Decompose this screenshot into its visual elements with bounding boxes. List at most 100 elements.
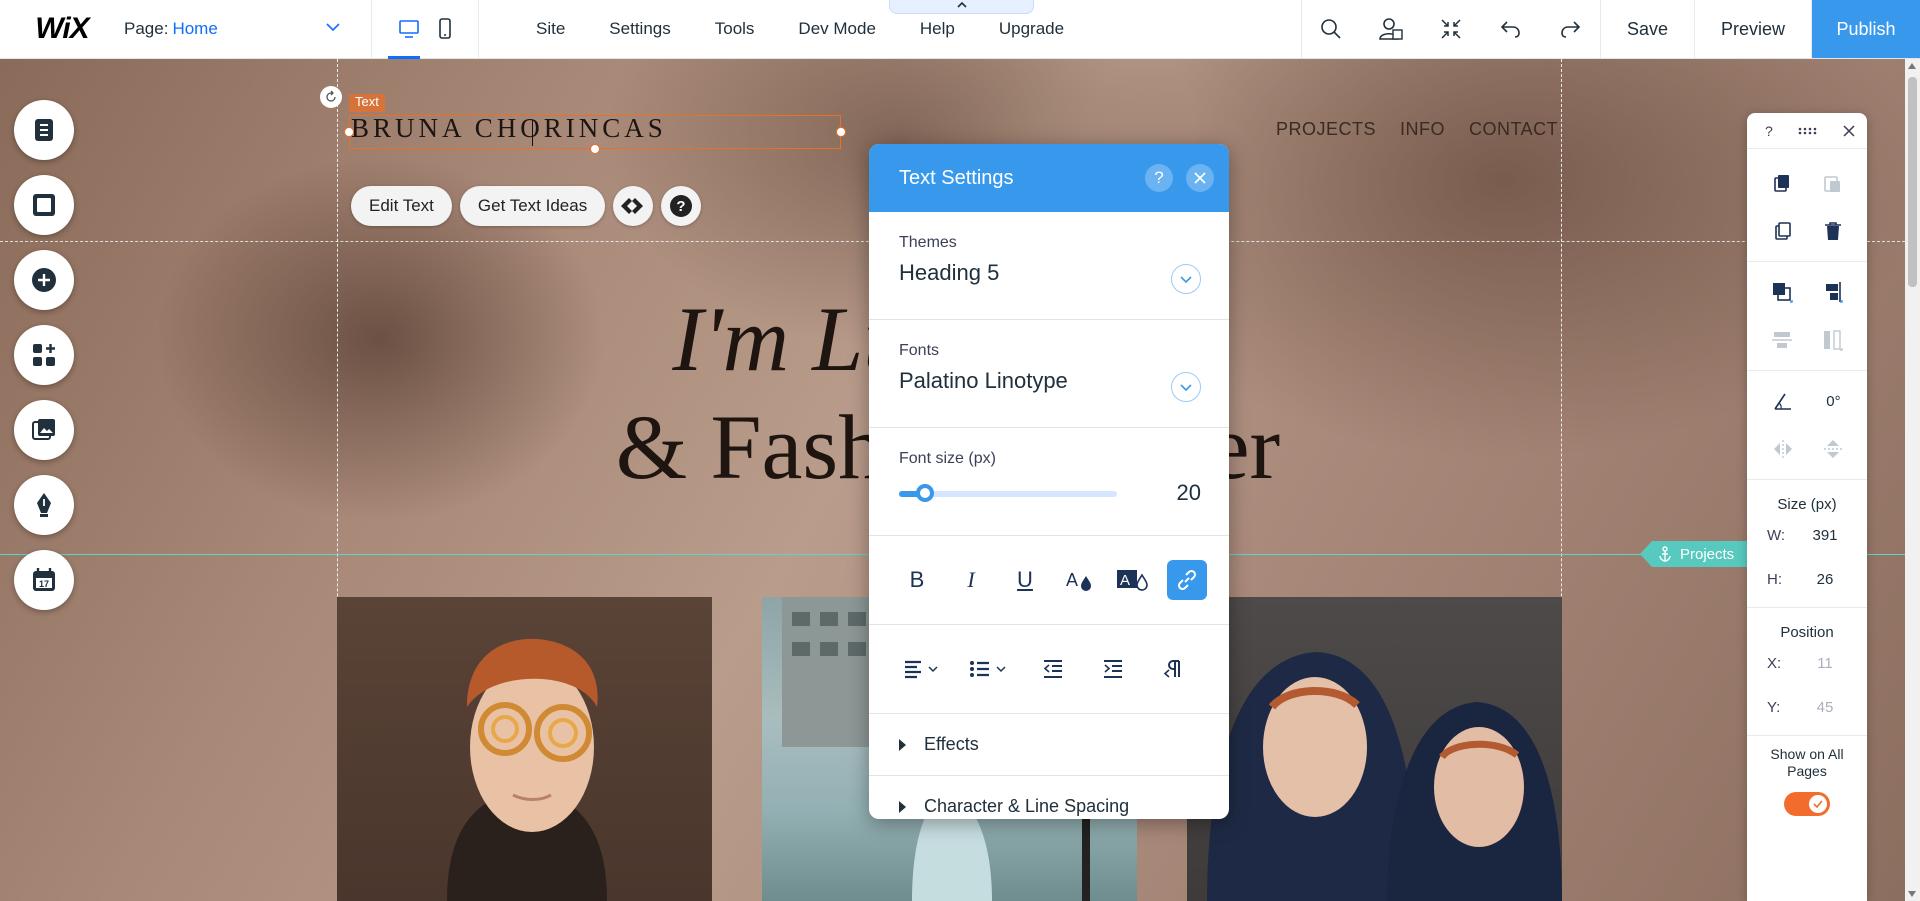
nav-contact[interactable]: CONTACT	[1469, 119, 1558, 140]
pages-button[interactable]	[14, 100, 74, 160]
text-color-button[interactable]: A	[1059, 560, 1099, 600]
rotate-handle[interactable]	[320, 86, 342, 108]
width-input[interactable]: 391	[1803, 527, 1847, 544]
chevron-down-icon	[1180, 384, 1192, 392]
link-button[interactable]	[1167, 560, 1207, 600]
y-input[interactable]: 45	[1803, 699, 1847, 716]
site-navigation: PROJECTS INFO CONTACT	[1276, 119, 1558, 140]
theme-dropdown[interactable]: Heading 5	[899, 260, 1199, 286]
add-apps-button[interactable]	[14, 325, 74, 385]
bookings-button[interactable]: 17	[14, 550, 74, 610]
expand-arrow-icon	[899, 738, 906, 751]
resize-handle-left[interactable]	[344, 127, 354, 137]
page-scrollbar[interactable]	[1905, 59, 1920, 901]
help-button[interactable]: ?	[661, 186, 702, 226]
menu-tools[interactable]: Tools	[693, 19, 777, 39]
background-button[interactable]	[14, 175, 74, 235]
plus-circle-icon	[32, 268, 56, 292]
menu-settings[interactable]: Settings	[587, 19, 692, 39]
project-photo-1[interactable]	[337, 597, 712, 901]
menu-help[interactable]: Help	[898, 19, 977, 39]
text-format-row: B I U A A	[869, 536, 1229, 624]
position-label: Position	[1780, 624, 1834, 641]
bold-button[interactable]: B	[897, 560, 937, 600]
left-toolbar: 17	[14, 100, 74, 610]
panel-header[interactable]: Text Settings ?	[869, 144, 1229, 212]
drag-handle-icon[interactable]	[1798, 127, 1818, 135]
slider-knob[interactable]	[916, 484, 935, 502]
show-all-pages-toggle[interactable]	[1784, 792, 1830, 816]
inspector-help-button[interactable]: ?	[1765, 123, 1773, 139]
nav-info[interactable]: INFO	[1400, 119, 1445, 140]
resize-handle-bottom[interactable]	[590, 144, 600, 154]
effects-section-toggle[interactable]: Effects	[869, 714, 1229, 776]
scroll-down-arrow[interactable]	[1908, 891, 1916, 897]
mobile-icon[interactable]	[438, 18, 452, 40]
animation-icon	[621, 198, 644, 214]
publish-button[interactable]: Publish	[1812, 0, 1920, 58]
get-text-ideas-button[interactable]: Get Text Ideas	[459, 186, 606, 226]
save-button[interactable]: Save	[1601, 0, 1695, 58]
inspector-divider	[1747, 735, 1867, 736]
distribute-row	[1747, 316, 1867, 364]
zoom-out-button[interactable]	[1421, 0, 1481, 58]
media-icon	[32, 419, 55, 440]
scroll-thumb[interactable]	[1908, 77, 1917, 287]
x-input[interactable]: 11	[1803, 655, 1847, 672]
panel-help-button[interactable]: ?	[1145, 164, 1173, 192]
redo-button[interactable]	[1541, 0, 1601, 58]
animation-button[interactable]	[613, 186, 654, 226]
close-icon[interactable]	[1843, 124, 1855, 137]
nav-projects[interactable]: PROJECTS	[1276, 119, 1376, 140]
media-button[interactable]	[14, 400, 74, 460]
collaborators-button[interactable]	[1361, 0, 1421, 58]
arrange-row	[1747, 268, 1867, 316]
collapse-arrows-icon	[1441, 19, 1461, 39]
collapse-topbar-tab[interactable]	[889, 0, 1034, 14]
highlight-button[interactable]: A	[1113, 560, 1153, 600]
trash-icon[interactable]	[1824, 221, 1842, 241]
menu-dev-mode[interactable]: Dev Mode	[776, 19, 897, 39]
bring-forward-icon[interactable]	[1770, 280, 1794, 304]
preview-button[interactable]: Preview	[1695, 0, 1812, 58]
panel-close-button[interactable]	[1186, 164, 1214, 192]
font-dropdown-toggle[interactable]	[1171, 372, 1201, 402]
project-photo-3[interactable]	[1187, 597, 1562, 901]
themes-label: Themes	[899, 234, 957, 251]
scroll-up-arrow[interactable]	[1908, 63, 1916, 69]
alignment-dropdown[interactable]	[897, 649, 945, 689]
inspector-divider	[1747, 370, 1867, 371]
theme-dropdown-toggle[interactable]	[1171, 264, 1201, 294]
copy-icon[interactable]	[1772, 173, 1792, 193]
anchor-label: Projects	[1680, 545, 1735, 563]
underline-button[interactable]: U	[1005, 560, 1045, 600]
text-direction-button[interactable]	[1153, 649, 1193, 689]
spacing-section-toggle[interactable]: Character & Line Spacing	[869, 776, 1229, 819]
height-input[interactable]: 26	[1803, 571, 1847, 588]
resize-handle-right[interactable]	[836, 127, 846, 137]
wix-logo[interactable]: WiX	[0, 0, 124, 58]
chevron-down-icon	[1180, 276, 1192, 284]
rotation-input[interactable]: 0°	[1826, 393, 1840, 410]
undo-button[interactable]	[1481, 0, 1541, 58]
desktop-icon[interactable]	[398, 19, 420, 39]
menu-site[interactable]: Site	[514, 19, 587, 39]
bullet-list-icon	[970, 661, 1006, 677]
blog-button[interactable]	[14, 475, 74, 535]
page-selector[interactable]: Page: Home	[124, 0, 372, 58]
add-elements-button[interactable]	[14, 250, 74, 310]
italic-button[interactable]: I	[951, 560, 991, 600]
menu-upgrade[interactable]: Upgrade	[977, 19, 1086, 39]
duplicate-icon[interactable]	[1773, 221, 1793, 241]
font-size-slider[interactable]	[899, 484, 1117, 502]
increase-indent-button[interactable]	[1093, 649, 1133, 689]
search-button[interactable]	[1300, 0, 1361, 58]
edit-text-button[interactable]: Edit Text	[351, 186, 452, 226]
font-dropdown[interactable]: Palatino Linotype	[899, 368, 1199, 394]
flip-vertical-icon	[1823, 440, 1842, 458]
list-dropdown[interactable]	[965, 649, 1013, 689]
selection-box[interactable]	[344, 115, 846, 154]
align-right-icon[interactable]	[1820, 280, 1844, 304]
font-size-input[interactable]: 20	[1177, 480, 1201, 506]
decrease-indent-button[interactable]	[1033, 649, 1073, 689]
